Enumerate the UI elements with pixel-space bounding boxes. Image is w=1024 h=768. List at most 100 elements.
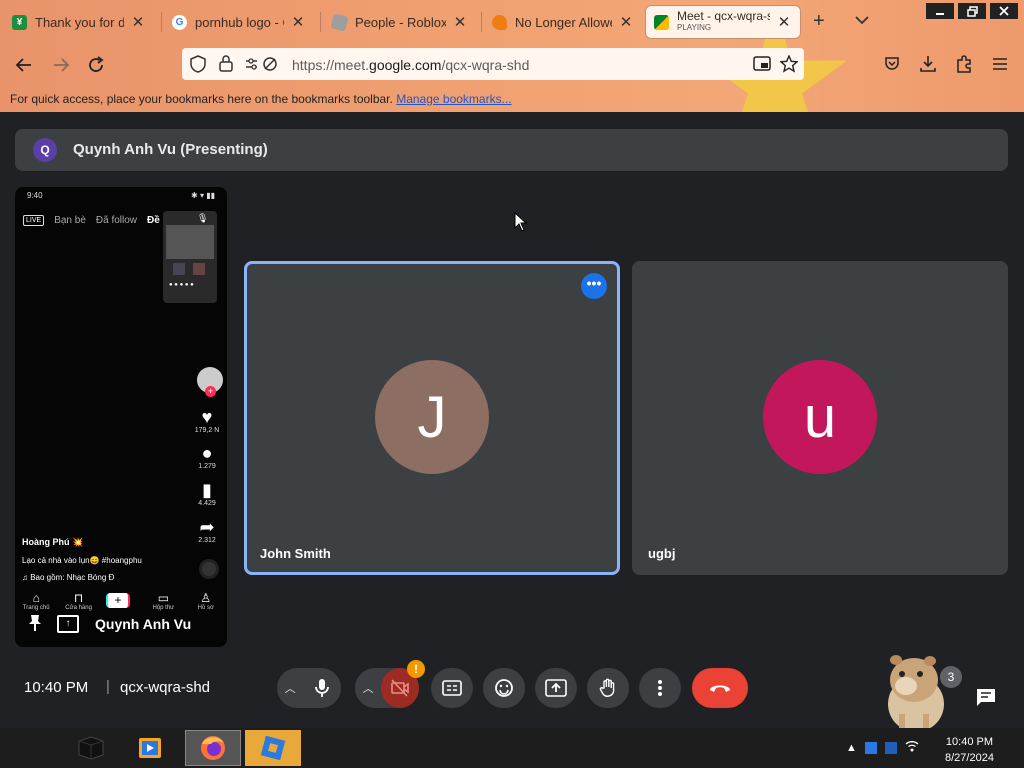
phone-creator-avatar: + — [197, 367, 223, 397]
tab-title: Meet - qcx-wqra-sh PLAYING — [677, 10, 770, 34]
hang-up-icon — [710, 685, 730, 692]
tab-google-search[interactable]: G pornhub logo - Go ✕ — [164, 6, 314, 38]
wifi-icon[interactable] — [905, 740, 919, 755]
taskbar-app-box[interactable] — [62, 730, 118, 766]
phone-floating-window: 🎙 ● ● ● ● ● — [163, 211, 217, 303]
leave-call-button[interactable] — [692, 668, 748, 708]
people-count-badge[interactable]: 3 — [940, 666, 962, 688]
list-all-tabs-button[interactable] — [855, 12, 869, 28]
manage-bookmarks-link[interactable]: Manage bookmarks... — [396, 92, 511, 106]
tab-thank-you[interactable]: ¥ Thank you for do ✕ — [4, 6, 154, 38]
restore-button[interactable] — [958, 3, 986, 19]
more-options-button[interactable]: ••• — [581, 273, 607, 299]
presenting-label: Quynh Anh Vu (Presenting) — [73, 141, 268, 158]
phone-nav-inbox: ▭ Hộp thư — [148, 591, 178, 611]
taskbar-app-roblox-studio[interactable] — [245, 730, 301, 766]
phone-mini-screen — [166, 225, 214, 259]
tab-no-longer-allowed[interactable]: No Longer Allowe ✕ — [484, 6, 642, 38]
present-now-button[interactable] — [535, 668, 577, 708]
profile-icon: ♙ — [200, 591, 212, 605]
participant-tile-ugbj[interactable]: u ugbj — [632, 261, 1008, 575]
phone-nav-shop-label: Cửa hàng — [65, 605, 92, 611]
presenter-avatar: Q — [33, 138, 57, 162]
phone-nav-shop: ⊓ Cửa hàng — [64, 591, 94, 611]
phone-status-icons: ✱ ▾ ▮▮ — [191, 191, 215, 200]
captions-button[interactable] — [431, 668, 473, 708]
tab-divider — [481, 12, 482, 32]
phone-music: ♫ Bao gồm: Nhạc Bóng Đ — [22, 573, 115, 582]
phone-nav-create: + — [105, 591, 136, 611]
presenter-name: Quynh Anh Vu — [95, 616, 192, 632]
address-bar[interactable]: https://meet.google.com/qcx-wqra-shd — [182, 48, 804, 80]
chat-icon[interactable] — [975, 687, 997, 712]
tab-meet[interactable]: Meet - qcx-wqra-sh PLAYING ✕ — [645, 5, 801, 39]
permissions-icon[interactable] — [245, 56, 279, 77]
phone-author: Hoàng Phú 💥 — [22, 537, 84, 547]
audio-options-chevron-icon[interactable]: ︿ — [277, 680, 303, 696]
participant-name: John Smith — [260, 546, 331, 561]
hamster-sticker — [882, 652, 948, 734]
more-options-button[interactable] — [639, 668, 681, 708]
phone-mini-tile — [193, 263, 205, 275]
close-icon[interactable]: ✕ — [618, 13, 634, 31]
taskbar-app-firefox[interactable] — [185, 730, 241, 766]
windows-taskbar: ▲ 10:40 PM 8/27/2024 — [0, 728, 1024, 768]
phone-nav-profile: ♙ Hồ sơ — [191, 591, 221, 611]
phone-share-count: 2.312 — [198, 537, 216, 544]
tab-roblox-people[interactable]: People - Roblox ✕ — [324, 6, 476, 38]
minimize-button[interactable] — [926, 3, 954, 19]
meet-page: Q Quynh Anh Vu (Presenting) 9:40 ✱ ▾ ▮▮ … — [0, 112, 1024, 732]
microphone-icon[interactable] — [303, 668, 341, 708]
heart-icon: ♥ — [201, 407, 213, 427]
video-options-chevron-icon[interactable]: ︿ — [355, 680, 381, 696]
comment-icon: ● — [201, 443, 213, 463]
forward-button[interactable] — [49, 53, 73, 77]
phone-following-tab: Đã follow — [95, 215, 138, 226]
tray-app-icon[interactable] — [884, 741, 897, 754]
close-window-button[interactable] — [990, 3, 1018, 19]
close-icon[interactable]: ✕ — [130, 13, 146, 31]
pin-icon[interactable] — [28, 614, 42, 637]
presentation-tile[interactable]: 9:40 ✱ ▾ ▮▮ LIVE Bạn bè Đã follow Đề 🎙 ●… — [15, 187, 227, 647]
phone-like-count: 179,2 N — [194, 427, 220, 434]
meeting-code: qcx-wqra-shd — [120, 679, 211, 696]
menu-icon[interactable] — [992, 57, 1008, 76]
url-domain: google.com — [369, 57, 442, 73]
tray-overflow-icon[interactable]: ▲ — [846, 742, 857, 754]
taskbar-app-media-player[interactable] — [122, 730, 178, 766]
roblox-icon — [330, 12, 349, 32]
hand-icon — [599, 678, 615, 697]
new-tab-button[interactable]: + — [813, 10, 825, 33]
participant-tile-john-smith[interactable]: J ••• John Smith — [244, 261, 620, 575]
meet-icon — [654, 14, 669, 30]
microphone-control[interactable]: ︿ — [277, 668, 341, 708]
phone-live-tab: LIVE — [23, 215, 45, 226]
flame-icon — [492, 14, 507, 30]
extensions-icon[interactable] — [955, 55, 973, 78]
bookmark-icon: ▮ — [202, 480, 212, 500]
picture-in-picture-icon[interactable] — [753, 56, 771, 77]
shield-icon[interactable] — [190, 55, 206, 78]
raise-hand-button[interactable] — [587, 668, 629, 708]
close-icon[interactable]: ✕ — [290, 13, 306, 31]
close-icon[interactable]: ✕ — [452, 13, 468, 31]
meeting-time: 10:40 PM — [24, 679, 89, 696]
reload-button[interactable] — [84, 53, 108, 77]
url-path: /qcx-wqra-shd — [441, 57, 530, 73]
tray-app-icon[interactable] — [864, 741, 877, 754]
phone-friends-tab: Bạn bè — [54, 215, 86, 226]
back-button[interactable] — [12, 53, 36, 77]
google-icon: G — [172, 14, 187, 30]
pocket-icon[interactable] — [884, 56, 900, 77]
taskbar-clock[interactable]: 10:40 PM 8/27/2024 — [945, 734, 994, 766]
bookmarks-toolbar: For quick access, place your bookmarks h… — [10, 92, 512, 106]
phone-comment-count: 1.279 — [198, 463, 216, 470]
phone-like: ♥ 179,2 N — [193, 407, 221, 434]
reactions-button[interactable] — [483, 668, 525, 708]
url-text[interactable]: https://meet.google.com/qcx-wqra-shd — [292, 57, 529, 73]
lock-icon[interactable] — [219, 55, 233, 77]
bookmark-star-icon[interactable] — [779, 54, 799, 78]
tab-divider — [320, 12, 321, 32]
close-icon[interactable]: ✕ — [776, 13, 792, 31]
downloads-icon[interactable] — [919, 55, 937, 78]
